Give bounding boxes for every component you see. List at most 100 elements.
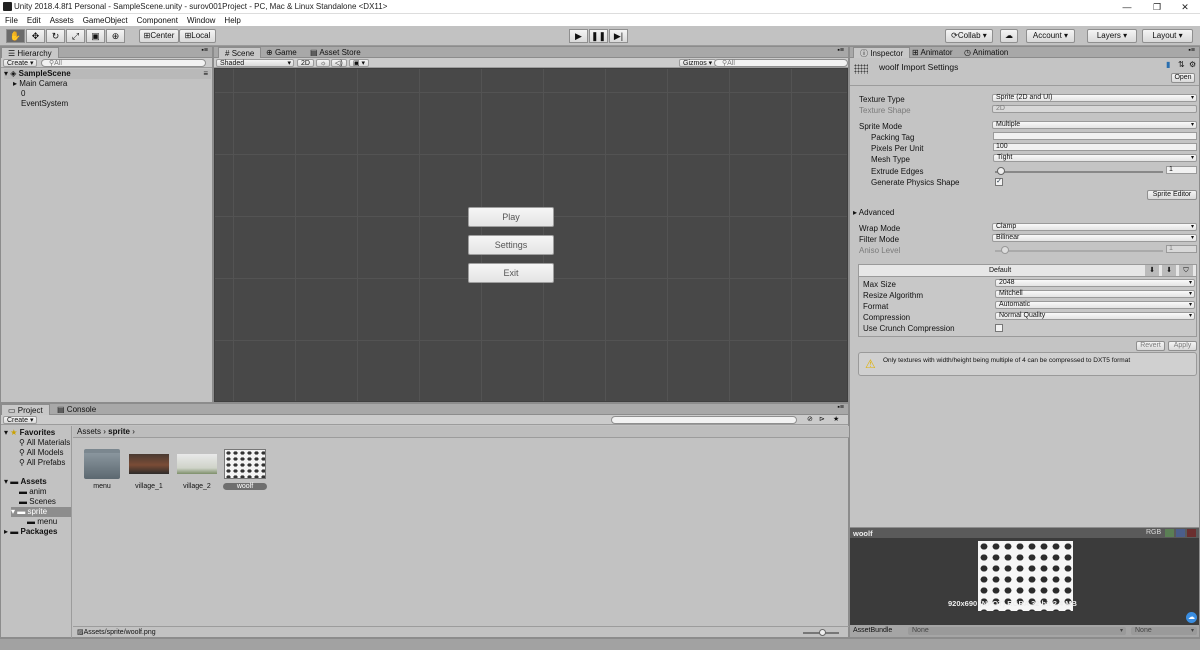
filter-type-icon[interactable]: ⊘ <box>807 415 813 423</box>
menu-assets[interactable]: Assets <box>50 16 74 25</box>
sprite-mode-dropdown[interactable]: Multiple ▾ <box>992 121 1197 129</box>
gizmos-dropdown[interactable]: Gizmos ▾ <box>679 59 717 67</box>
assetbundle-dropdown[interactable]: None ▾ <box>908 627 1126 635</box>
favorite-item[interactable]: ⚲ All Prefabs <box>19 458 65 468</box>
panel-menu-icon[interactable]: ▪≡ <box>201 47 208 54</box>
scene-menu-icon[interactable]: ≡ <box>203 69 208 79</box>
tab-scene[interactable]: # Scene <box>218 47 262 58</box>
texture-type-dropdown[interactable]: Sprite (2D and UI) ▾ <box>992 94 1197 102</box>
open-button[interactable]: Open <box>1171 73 1195 83</box>
filter-mode-dropdown[interactable]: Bilinear ▾ <box>992 234 1197 242</box>
pause-icon[interactable]: ❚❚ <box>589 29 608 43</box>
project-create-button[interactable]: Create ▾ <box>3 416 38 424</box>
asset-tile[interactable]: village_2 <box>175 449 219 490</box>
collab-dropdown[interactable]: ⟳Collab ▾ <box>945 29 993 43</box>
effects-icon[interactable]: ▣ ▾ <box>349 59 370 67</box>
step-icon[interactable]: ▶| <box>609 29 628 43</box>
panel-menu-icon[interactable]: ▪≡ <box>837 404 844 411</box>
game-settings-button[interactable]: Settings <box>468 235 554 255</box>
hierarchy-search-input[interactable]: ⚲All <box>41 59 206 67</box>
audio-icon[interactable]: ◁) <box>331 59 347 67</box>
breadcrumb-item[interactable]: sprite <box>108 427 130 436</box>
tab-platform-default[interactable]: Default <box>989 267 1011 274</box>
minimize-button[interactable]: — <box>1112 0 1142 14</box>
transform-tool-icon[interactable]: ⊕ <box>106 29 125 43</box>
close-button[interactable]: ✕ <box>1170 0 1200 14</box>
packages-row[interactable]: ▸ ▬ Packages <box>4 527 57 537</box>
green-channel-icon[interactable] <box>1165 529 1174 537</box>
project-search-input[interactable] <box>611 416 797 424</box>
panel-menu-icon[interactable]: ▪≡ <box>1188 47 1195 54</box>
rgb-toggle[interactable]: RGB <box>1146 529 1161 536</box>
menu-file[interactable]: File <box>5 16 18 25</box>
game-exit-button[interactable]: Exit <box>468 263 554 283</box>
crunch-checkbox[interactable] <box>995 324 1003 332</box>
tab-animator[interactable]: ⊞ Animator <box>906 47 959 58</box>
menu-component[interactable]: Component <box>137 16 178 25</box>
blue-channel-icon[interactable] <box>1176 529 1185 537</box>
create-button[interactable]: Create ▾ <box>3 59 38 67</box>
wrap-mode-dropdown[interactable]: Clamp ▾ <box>992 223 1197 231</box>
assets-row[interactable]: ▾ ▬ Assets <box>4 477 47 487</box>
scale-tool-icon[interactable]: ⤢ <box>66 29 85 43</box>
favorites-row[interactable]: ▾ ★ Favorites <box>4 428 55 438</box>
tab-hierarchy[interactable]: ☰ Hierarchy <box>1 47 59 58</box>
move-tool-icon[interactable]: ✥ <box>26 29 45 43</box>
variant-dropdown[interactable]: None ▾ <box>1131 627 1197 635</box>
html5-icon[interactable]: ⛉ <box>1179 265 1193 276</box>
shading-dropdown[interactable]: Shaded ▾ <box>216 59 294 67</box>
compression-dropdown[interactable]: Normal Quality ▾ <box>995 312 1195 320</box>
resize-algorithm-dropdown[interactable]: Mitchell ▾ <box>995 290 1195 298</box>
help-icon[interactable]: ▮ <box>1166 60 1170 69</box>
layout-dropdown[interactable]: Layout ▾ <box>1142 29 1193 43</box>
cloud-icon[interactable]: ☁ <box>1000 29 1018 43</box>
pivot-toggle[interactable]: ⊞Center <box>139 29 179 43</box>
sprite-editor-button[interactable]: Sprite Editor <box>1147 190 1197 200</box>
folder-item[interactable]: ▬ anim <box>19 487 47 497</box>
hierarchy-item[interactable]: EventSystem <box>21 99 68 109</box>
packing-tag-field[interactable] <box>993 132 1197 140</box>
menu-help[interactable]: Help <box>224 16 240 25</box>
download-icon[interactable]: ⬇ <box>1162 265 1176 276</box>
menu-window[interactable]: Window <box>187 16 215 25</box>
rect-tool-icon[interactable]: ▣ <box>86 29 105 43</box>
tab-animation[interactable]: ◷ Animation <box>958 47 1014 58</box>
cloud-icon[interactable]: ☁ <box>1186 612 1197 623</box>
folder-item[interactable]: ▬ Scenes <box>19 497 56 507</box>
game-play-button[interactable]: Play <box>468 207 554 227</box>
hierarchy-item[interactable]: ▸ Main Camera <box>13 79 67 89</box>
mesh-type-dropdown[interactable]: Tight ▾ <box>993 154 1197 162</box>
download-icon[interactable]: ⬇ <box>1145 265 1159 276</box>
tab-inspector[interactable]: ⓘ Inspector <box>853 47 911 58</box>
menu-edit[interactable]: Edit <box>27 16 41 25</box>
lighting-icon[interactable]: ☼ <box>316 59 331 67</box>
breadcrumb-item[interactable]: Assets <box>77 427 101 436</box>
maximize-button[interactable]: ❐ <box>1142 0 1172 14</box>
asset-tile[interactable]: menu <box>80 449 124 490</box>
tab-game[interactable]: ⊕ Game <box>260 47 303 58</box>
extrude-slider[interactable] <box>995 171 1163 173</box>
ppu-field[interactable]: 100 <box>993 143 1197 151</box>
slider-handle[interactable] <box>819 629 826 636</box>
extrude-field[interactable]: 1 <box>1166 166 1197 174</box>
hierarchy-item[interactable]: 0 <box>21 89 25 99</box>
advanced-foldout[interactable]: ▸ Advanced <box>853 208 894 217</box>
layers-dropdown[interactable]: Layers ▾ <box>1087 29 1137 43</box>
rotate-tool-icon[interactable]: ↻ <box>46 29 65 43</box>
tab-console[interactable]: ▤ Console <box>51 404 102 415</box>
folder-item-selected[interactable]: ▾ ▬ sprite <box>11 507 71 517</box>
account-dropdown[interactable]: Account ▾ <box>1026 29 1075 43</box>
scene-row[interactable]: ▾ ◈ SampleScene ≡ <box>4 69 211 79</box>
gear-icon[interactable]: ⚙ <box>1189 60 1196 69</box>
slider-handle[interactable] <box>997 167 1005 175</box>
asset-tile[interactable]: village_1 <box>127 449 171 490</box>
preset-icon[interactable]: ⇅ <box>1178 60 1185 69</box>
max-size-dropdown[interactable]: 2048 ▾ <box>995 279 1195 287</box>
star-icon[interactable]: ★ <box>833 415 839 423</box>
asset-tile-selected[interactable]: woolf <box>223 449 267 490</box>
format-dropdown[interactable]: Automatic ▾ <box>995 301 1195 309</box>
tab-asset-store[interactable]: ▤ Asset Store <box>304 47 367 58</box>
space-toggle[interactable]: ⊞Local <box>179 29 216 43</box>
folder-item[interactable]: ▬ menu <box>27 517 57 527</box>
panel-menu-icon[interactable]: ▪≡ <box>837 47 844 54</box>
